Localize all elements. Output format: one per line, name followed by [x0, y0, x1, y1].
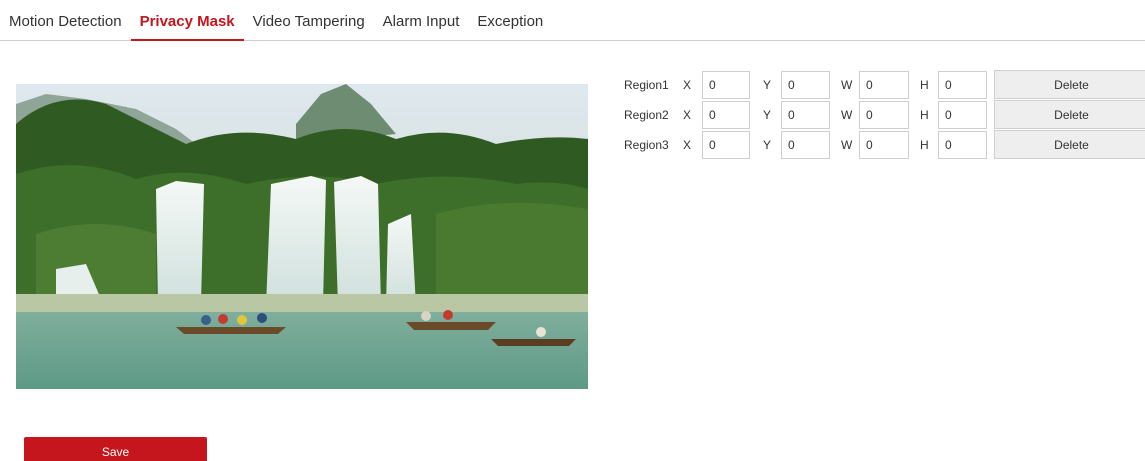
region3-y-input[interactable] — [781, 131, 830, 159]
video-preview[interactable] — [16, 84, 588, 389]
region-label: Region2 — [624, 108, 669, 122]
region-row: Region3 X Y W H Delete — [624, 130, 1145, 160]
x-label: X — [683, 108, 692, 122]
region-label: Region1 — [624, 78, 669, 92]
waterfall-preview-image — [16, 84, 588, 389]
tab-exception[interactable]: Exception — [468, 0, 552, 41]
y-label: Y — [763, 78, 772, 92]
region1-h-input[interactable] — [938, 71, 987, 99]
region1-delete-button[interactable]: Delete — [994, 70, 1145, 99]
h-label: H — [920, 78, 929, 92]
region1-w-input[interactable] — [859, 71, 909, 99]
x-label: X — [683, 138, 692, 152]
region3-h-input[interactable] — [938, 131, 987, 159]
y-label: Y — [763, 138, 772, 152]
region3-x-input[interactable] — [702, 131, 750, 159]
region2-h-input[interactable] — [938, 101, 987, 129]
region2-y-input[interactable] — [781, 101, 830, 129]
region3-w-input[interactable] — [859, 131, 909, 159]
w-label: W — [841, 78, 853, 92]
region1-y-input[interactable] — [781, 71, 830, 99]
region-row: Region1 X Y W H Delete — [624, 70, 1145, 100]
w-label: W — [841, 138, 853, 152]
region3-delete-button[interactable]: Delete — [994, 130, 1145, 159]
region2-x-input[interactable] — [702, 101, 750, 129]
region2-w-input[interactable] — [859, 101, 909, 129]
region-label: Region3 — [624, 138, 669, 152]
tab-alarm-input[interactable]: Alarm Input — [374, 0, 469, 41]
y-label: Y — [763, 108, 772, 122]
tab-bar: Motion Detection Privacy Mask Video Tamp… — [0, 0, 1145, 41]
region-row: Region2 X Y W H Delete — [624, 100, 1145, 130]
tab-motion-detection[interactable]: Motion Detection — [3, 0, 131, 41]
tab-video-tampering[interactable]: Video Tampering — [244, 0, 374, 41]
tab-privacy-mask[interactable]: Privacy Mask — [130, 0, 244, 41]
region1-x-input[interactable] — [702, 71, 750, 99]
h-label: H — [920, 108, 929, 122]
x-label: X — [683, 78, 692, 92]
save-button[interactable]: Save — [24, 437, 207, 461]
w-label: W — [841, 108, 853, 122]
region-list: Region1 X Y W H Delete Region2 X Y W H D… — [624, 70, 1145, 160]
region2-delete-button[interactable]: Delete — [994, 100, 1145, 129]
h-label: H — [920, 138, 929, 152]
